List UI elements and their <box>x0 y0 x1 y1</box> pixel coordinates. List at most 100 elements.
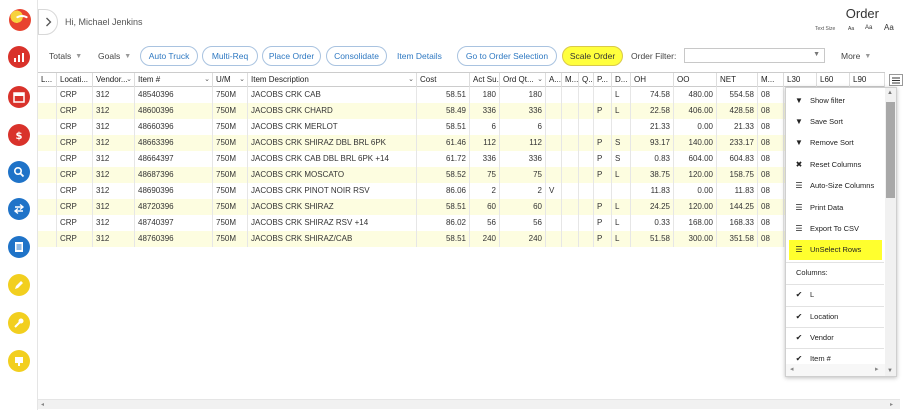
cell-order-qty[interactable]: 180 <box>500 87 546 103</box>
scroll-right-icon[interactable]: ▸ <box>875 365 879 373</box>
text-size-large[interactable]: Aa <box>884 23 894 32</box>
column-menu-hscrollbar[interactable]: ◂ ▸ <box>786 364 885 376</box>
cell-item-number: 48760396 <box>135 231 213 247</box>
table-row[interactable]: CRP 312 48663396 750M JACOBS CRK SHIRAZ DBL … <box>38 135 885 151</box>
cell-net: 158.75 <box>717 167 758 183</box>
cell-p: P <box>594 135 612 151</box>
item-details-link[interactable]: Item Details <box>397 46 442 66</box>
auto-truck-button[interactable]: Auto Truck <box>140 46 198 66</box>
column-header-act-suggested[interactable]: Act Su... <box>470 73 500 87</box>
column-toggle-label: Item # <box>810 354 831 364</box>
calendar-icon[interactable] <box>8 86 30 108</box>
grid-horizontal-scrollbar[interactable]: ◂ ▸ <box>38 399 900 409</box>
wrench-icon[interactable] <box>8 312 30 334</box>
text-size-medium[interactable]: Aa <box>865 25 872 31</box>
table-row[interactable]: CRP 312 48690396 750M JACOBS CRK PINOT NOIR … <box>38 183 885 199</box>
scale-order-button[interactable]: Scale Order <box>562 46 623 66</box>
cell-order-qty[interactable]: 336 <box>500 151 546 167</box>
column-header-cost[interactable]: Cost <box>417 73 470 87</box>
hand-icon[interactable] <box>8 350 30 372</box>
column-header-l60[interactable]: L60 <box>817 73 850 87</box>
column-header-item-number[interactable]: Item # ⌄ <box>135 73 213 87</box>
scroll-left-icon[interactable]: ◂ <box>790 365 794 373</box>
cell-d <box>612 119 631 135</box>
table-row[interactable]: CRP 312 48760396 750M JACOBS CRK SHIRAZ/CAB 5… <box>38 231 885 247</box>
cell-order-qty[interactable]: 2 <box>500 183 546 199</box>
column-menu-scrollbar[interactable]: ▲ ▼ <box>885 88 896 376</box>
menu-item-reset-columns[interactable]: ✖ Reset Columns <box>786 154 884 174</box>
column-header-line[interactable]: L... <box>38 73 57 87</box>
column-header-order-qty[interactable]: Ord Qt... ⌄ <box>500 73 546 87</box>
column-header-net[interactable]: NET <box>717 73 758 87</box>
cell-order-qty[interactable]: 60 <box>500 199 546 215</box>
cell-order-qty[interactable]: 336 <box>500 103 546 119</box>
table-row[interactable]: CRP 312 48660396 750M JACOBS CRK MERLOT 58.51… <box>38 119 885 135</box>
cell-item-description: JACOBS CRK SHIRAZ DBL BRL 6PK <box>248 135 417 151</box>
totals-dropdown[interactable]: Totals ▼ <box>49 46 82 66</box>
place-order-button[interactable]: Place Order <box>262 46 321 66</box>
cell-order-qty[interactable]: 56 <box>500 215 546 231</box>
column-header-m[interactable]: M... <box>562 73 579 87</box>
cell-cost: 61.72 <box>417 151 470 167</box>
sidebar-toggle-button[interactable] <box>38 9 58 35</box>
dashboard-chart-icon[interactable] <box>8 46 30 68</box>
cell-order-qty[interactable]: 240 <box>500 231 546 247</box>
column-toggle-location[interactable]: ✔ Location <box>786 305 884 326</box>
menu-item-show-filter[interactable]: ▼ Show filter <box>786 90 884 110</box>
column-header-l30[interactable]: L30 <box>784 73 817 87</box>
cell-cost: 86.06 <box>417 183 470 199</box>
column-header-um[interactable]: U/M ⌄ <box>213 73 248 87</box>
goals-dropdown[interactable]: Goals ▼ <box>98 46 131 66</box>
column-header-item-description[interactable]: Item Description ⌄ <box>248 73 417 87</box>
table-row[interactable]: CRP 312 48540396 750M JACOBS CRK CAB 58.51 180… <box>38 87 885 103</box>
scroll-left-icon[interactable]: ◂ <box>41 401 44 408</box>
scroll-right-icon[interactable]: ▸ <box>890 401 893 408</box>
menu-item-unselect-rows[interactable]: ☰ UnSelect Rows <box>789 239 882 260</box>
column-header-d[interactable]: D... <box>612 73 631 87</box>
column-header-l90[interactable]: L90 <box>850 73 885 87</box>
column-header-vendor[interactable]: Vendor... ⌄ <box>93 73 135 87</box>
table-row[interactable]: CRP 312 48600396 750M JACOBS CRK CHARD 58.49 3… <box>38 103 885 119</box>
column-header-on-order[interactable]: OO <box>674 73 717 87</box>
cell-order-qty[interactable]: 112 <box>500 135 546 151</box>
cell-order-qty[interactable]: 75 <box>500 167 546 183</box>
column-header-a[interactable]: A... <box>546 73 562 87</box>
pencil-icon[interactable] <box>8 274 30 296</box>
cell-on-order: 300.00 <box>674 231 717 247</box>
dollar-icon[interactable]: $ <box>8 124 30 146</box>
search-icon[interactable] <box>8 161 30 183</box>
menu-item-export-to-csv[interactable]: ☰ Export To CSV <box>786 218 884 238</box>
cell-order-qty[interactable]: 6 <box>500 119 546 135</box>
column-header-p[interactable]: P... <box>594 73 612 87</box>
consolidate-button[interactable]: Consolidate <box>326 46 387 66</box>
column-menu-button[interactable] <box>889 74 903 86</box>
go-to-order-selection-button[interactable]: Go to Order Selection <box>457 46 557 66</box>
table-row[interactable]: CRP 312 48664397 750M JACOBS CRK CAB DBL BRL… <box>38 151 885 167</box>
column-header-m2[interactable]: M... <box>758 73 784 87</box>
table-row[interactable]: CRP 312 48720396 750M JACOBS CRK SHIRAZ 58.51… <box>38 199 885 215</box>
column-header-on-hand[interactable]: OH <box>631 73 674 87</box>
document-icon[interactable] <box>8 236 30 258</box>
order-filter-select[interactable]: ▼ <box>684 48 825 63</box>
scroll-up-icon[interactable]: ▲ <box>887 90 893 96</box>
menu-item-remove-sort[interactable]: ▼ Remove Sort <box>786 133 884 153</box>
table-row[interactable]: CRP 312 48687396 750M JACOBS CRK MOSCATO 58.5… <box>38 167 885 183</box>
column-header-q[interactable]: Q... <box>579 73 594 87</box>
transfer-icon[interactable] <box>8 198 30 220</box>
menu-item-print-data[interactable]: ☰ Print Data <box>786 197 884 217</box>
chevron-right-icon <box>45 17 51 27</box>
more-dropdown[interactable]: More ▼ <box>841 46 871 66</box>
multi-req-button[interactable]: Multi-Req <box>202 46 258 66</box>
column-toggle-vendor[interactable]: ✔ Vendor <box>786 327 884 347</box>
column-menu-scroll-thumb[interactable] <box>886 102 895 198</box>
text-size-small[interactable]: Aa <box>848 26 854 32</box>
table-row[interactable]: CRP 312 48740397 750M JACOBS CRK SHIRAZ RSV … <box>38 215 885 231</box>
sort-caret-icon: ⌄ <box>126 76 132 83</box>
cell-m2: 08 <box>758 167 784 183</box>
column-header-location[interactable]: Locati... <box>57 73 93 87</box>
menu-item-save-sort[interactable]: ▼ Save Sort <box>786 111 884 131</box>
column-toggle-l[interactable]: ✔ L <box>786 284 884 304</box>
cell-vendor: 312 <box>93 151 135 167</box>
menu-item-auto-size-columns[interactable]: ☰ Auto-Size Columns <box>786 176 884 196</box>
scroll-down-icon[interactable]: ▼ <box>887 368 893 374</box>
